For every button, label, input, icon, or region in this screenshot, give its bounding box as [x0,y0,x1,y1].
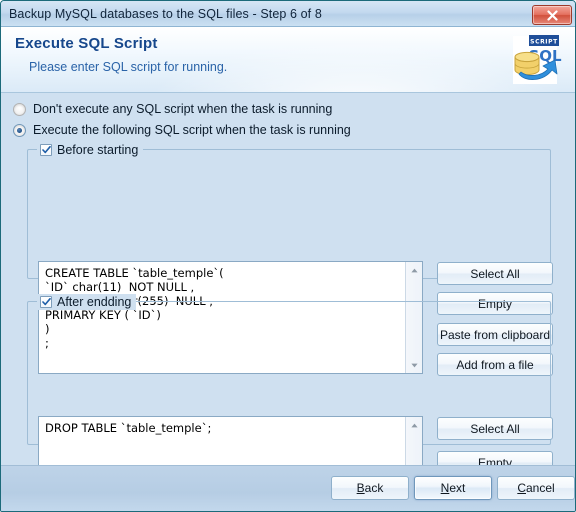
next-button[interactable]: Next [414,476,492,500]
cancel-accel: C [517,481,526,495]
svg-text:SCRIPT: SCRIPT [530,38,558,45]
radio-unselected-icon [13,102,26,116]
radio-execute-label: Execute the following SQL script when th… [33,123,351,137]
header-banner: Execute SQL Script Please enter SQL scri… [1,27,575,93]
dialog-body: Don't execute any SQL script when the ta… [1,93,575,511]
group-before-starting: Before starting [27,142,551,279]
title-bar: Backup MySQL databases to the SQL files … [1,1,575,27]
radio-dont-execute-script[interactable]: Don't execute any SQL script when the ta… [13,102,332,116]
before-select-all-button[interactable]: Select All [437,262,553,285]
cancel-suffix: ancel [525,481,555,495]
group-before-label: Before starting [57,143,139,157]
back-accel: B [356,481,365,495]
scroll-up-icon[interactable] [406,417,422,433]
sql-script-database-icon: SCRIPT SQL [513,35,562,84]
wizard-dialog: Backup MySQL databases to the SQL files … [0,0,576,512]
next-accel: N [440,481,450,495]
cancel-button[interactable]: Cancel [497,476,575,500]
checkbox-before-starting[interactable]: Before starting [37,142,144,158]
scroll-up-icon[interactable] [406,262,422,278]
checkbox-checked-icon [40,296,52,308]
group-after-label: After endding [57,295,132,309]
window-title: Backup MySQL databases to the SQL files … [9,6,322,21]
radio-dont-execute-label: Don't execute any SQL script when the ta… [33,102,333,116]
page-title: Execute SQL Script [15,35,158,52]
back-button[interactable]: Back [331,476,409,500]
radio-execute-script[interactable]: Execute the following SQL script when th… [13,123,351,137]
next-suffix: ext [449,481,466,495]
page-subtitle: Please enter SQL script for running. [29,60,228,74]
radio-selected-icon [13,123,26,137]
back-suffix: ack [364,481,384,495]
checkbox-checked-icon [40,144,52,156]
close-button[interactable] [532,5,572,25]
close-x-icon [546,9,558,21]
after-select-all-button[interactable]: Select All [437,417,553,440]
dialog-footer: Back Next Cancel [1,465,575,511]
checkbox-after-endding[interactable]: After endding [37,294,137,310]
